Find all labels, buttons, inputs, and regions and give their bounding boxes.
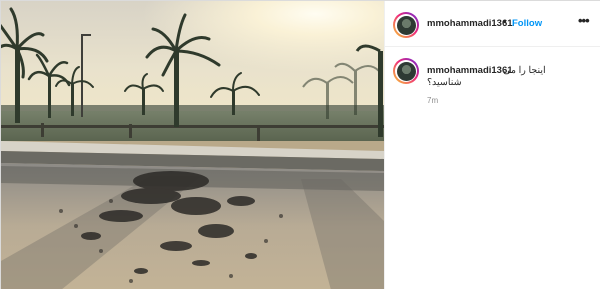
follow-button[interactable]: Follow — [512, 18, 542, 29]
post-photo[interactable] — [1, 1, 384, 289]
author-avatar[interactable] — [393, 12, 419, 38]
caption-author-avatar[interactable] — [393, 58, 419, 84]
author-username[interactable]: mmohammadi1361 — [427, 18, 513, 29]
post-photo-image — [1, 1, 384, 289]
instagram-post: mmohammadi1361 • Follow ••• mmohammadi13… — [0, 0, 600, 289]
header-separator: • — [503, 17, 507, 28]
caption-text-line-2: شناسید؟ — [427, 77, 462, 88]
caption-username[interactable]: mmohammadi1361 — [427, 65, 513, 76]
caption-text-line-1: اینجا را می — [503, 65, 546, 76]
caption-timestamp[interactable]: 7m — [427, 96, 438, 105]
post-header: mmohammadi1361 • Follow ••• — [385, 1, 600, 47]
post-side-panel: mmohammadi1361 • Follow ••• mmohammadi13… — [384, 1, 600, 289]
more-options-icon[interactable]: ••• — [578, 13, 590, 28]
